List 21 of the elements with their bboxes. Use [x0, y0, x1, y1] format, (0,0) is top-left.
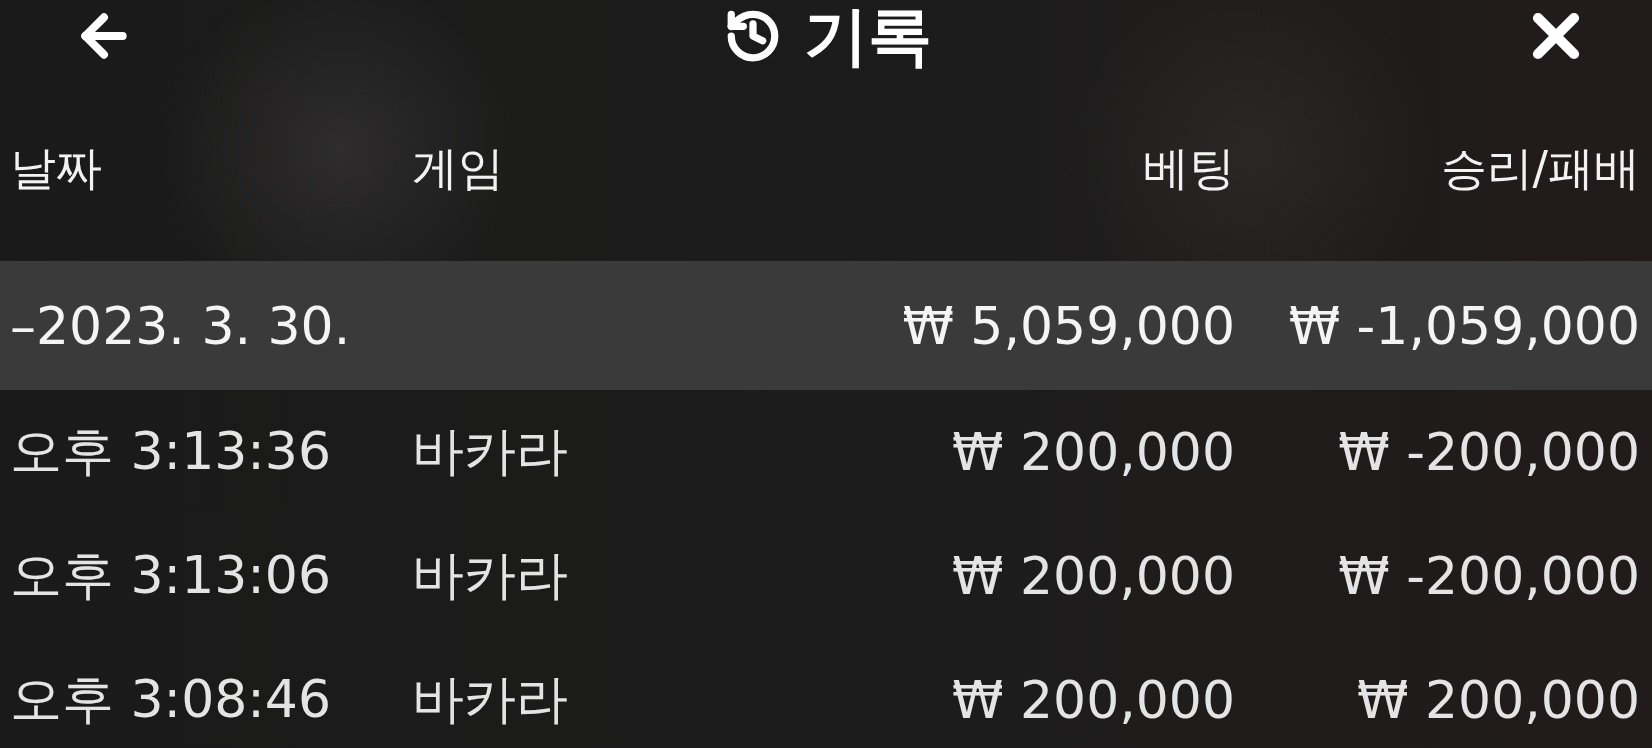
table-cell-text: 바카라	[412, 668, 569, 731]
column-header: 게임	[412, 139, 505, 197]
table-cell-text: ₩ -200,000	[1337, 422, 1640, 482]
table-cell-text: ₩ -1,059,000	[1287, 295, 1640, 356]
page-title: 기록	[804, 4, 932, 68]
table-cell-text: ₩ 200,000	[951, 670, 1235, 730]
table-cell-text: 바카라	[412, 544, 569, 607]
date-group-toggle[interactable]: –2023. 3. 30.	[10, 295, 815, 356]
table-cell-text: ₩ -200,000	[1337, 546, 1640, 606]
table-cell-text: 바카라	[412, 420, 569, 483]
table-cell-text: ₩ 200,000	[951, 546, 1235, 606]
column-header: 베팅	[1142, 139, 1235, 197]
table-cell-text: ₩ 5,059,000	[901, 295, 1235, 356]
column-header: 날짜	[10, 139, 103, 197]
column-header: 승리/패배	[1439, 139, 1640, 197]
table-cell-text: ₩ 200,000	[951, 422, 1235, 482]
table-cell-text: 오후 3:13:36	[10, 420, 332, 483]
date-group-row[interactable]: –2023. 3. 30. ₩ 5,059,000 ₩ -1,059,000	[0, 261, 1652, 390]
table-cell-text: 오후 3:08:46	[10, 668, 332, 731]
table-cell-text: ₩ 200,000	[1356, 670, 1640, 730]
table-cell-text: 오후 3:13:06	[10, 544, 332, 607]
